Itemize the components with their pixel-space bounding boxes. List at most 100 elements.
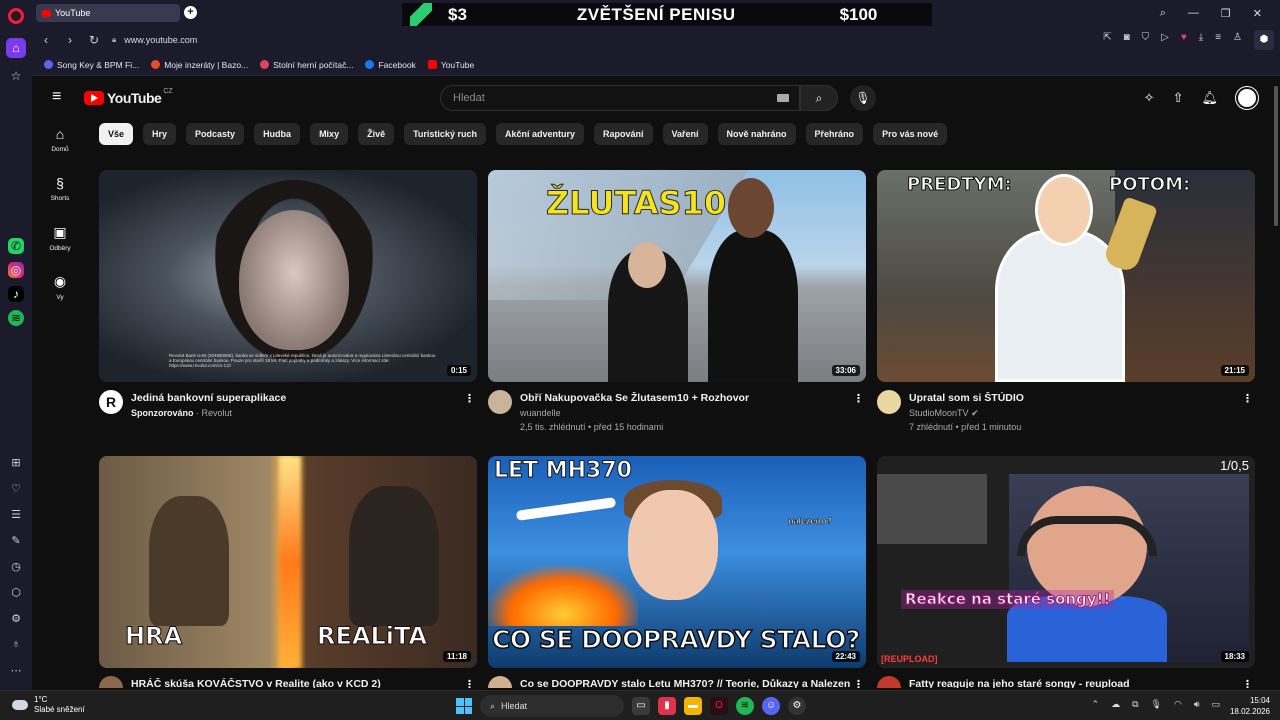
easy-setup-icon[interactable]: ≡ bbox=[1215, 32, 1221, 43]
bookmark-item[interactable]: Stolní herní počítač... bbox=[260, 60, 353, 70]
bookmark-item[interactable]: Facebook bbox=[365, 60, 416, 70]
search-button[interactable]: ⌕ bbox=[800, 85, 838, 111]
more-actions-icon[interactable]: ⋮ bbox=[1242, 392, 1253, 405]
chip[interactable]: Vaření bbox=[662, 123, 708, 145]
settings-icon[interactable]: ⚙ bbox=[6, 608, 26, 628]
windows-start-icon[interactable] bbox=[456, 698, 472, 714]
notifications-icon[interactable]: 🔔︎ bbox=[1201, 90, 1218, 106]
video-thumbnail[interactable]: 1/0,5 Reakce na staré songy!! [REUPLOAD]… bbox=[877, 456, 1255, 668]
instagram-icon[interactable]: ◎ bbox=[8, 262, 24, 278]
guide-item-subscriptions[interactable]: ▣ Odběry bbox=[32, 224, 88, 273]
task-view-icon[interactable]: ▭ bbox=[632, 697, 650, 715]
chip[interactable]: Mixy bbox=[310, 123, 349, 145]
spotify-icon[interactable]: ≋ bbox=[8, 310, 24, 326]
box-icon[interactable]: ⬡ bbox=[6, 582, 26, 602]
history-icon[interactable]: ◷ bbox=[6, 556, 26, 576]
page-scrollbar[interactable] bbox=[1272, 76, 1280, 688]
chip[interactable]: Nově nahráno bbox=[717, 123, 796, 145]
bookmark-item[interactable]: Moje inzeráty | Bazo... bbox=[151, 60, 248, 70]
heart-icon[interactable]: ♡ bbox=[6, 478, 26, 498]
back-icon[interactable]: ‹ bbox=[36, 33, 56, 47]
channel-avatar[interactable] bbox=[877, 676, 901, 688]
volume-icon[interactable]: 🔊︎ bbox=[1194, 699, 1200, 710]
menu-icon[interactable]: ≡ bbox=[52, 89, 66, 105]
discord-icon[interactable]: ☺ bbox=[762, 697, 780, 715]
channel-avatar[interactable] bbox=[488, 676, 512, 688]
chip[interactable]: Přehráno bbox=[805, 123, 864, 145]
reload-icon[interactable]: ↻ bbox=[84, 33, 104, 47]
clock[interactable]: 15:04 18.02.2026 bbox=[1230, 695, 1270, 717]
play-icon[interactable]: ▷ bbox=[1161, 32, 1169, 43]
video-title[interactable]: Fatty reaguje na jeho staré songy - reup… bbox=[909, 678, 1239, 688]
bookmark-item[interactable]: YouTube bbox=[427, 60, 474, 70]
video-title[interactable]: Co se DOOPRAVDY stalo Letu MH370? // Teo… bbox=[520, 678, 850, 688]
channel-avatar[interactable] bbox=[877, 390, 901, 414]
chip[interactable]: Akční adventury bbox=[495, 123, 584, 145]
keyboard-icon[interactable] bbox=[777, 94, 789, 102]
chip[interactable]: Vše bbox=[99, 123, 134, 145]
minimize-icon[interactable]: — bbox=[1188, 7, 1199, 19]
onedrive-icon[interactable]: ☁ bbox=[1111, 699, 1120, 710]
tray-app-icon[interactable]: ⧉ bbox=[1132, 699, 1138, 710]
chip[interactable]: Pro vás nové bbox=[873, 123, 948, 145]
avatar[interactable] bbox=[1236, 87, 1258, 109]
upload-icon[interactable]: ⇧ bbox=[1173, 90, 1184, 106]
edit-icon[interactable]: ✎ bbox=[6, 530, 26, 550]
profile-icon[interactable]: ♙ bbox=[1233, 32, 1242, 43]
video-title[interactable]: Upratal som si ŠTÚDIO bbox=[909, 392, 1239, 404]
channel-avatar[interactable]: R bbox=[99, 390, 123, 414]
video-card[interactable]: ŽLUTAS10 33:06 Obří Nakupovačka Se Žluta… bbox=[488, 170, 866, 450]
extensions-icon[interactable]: ⬢ bbox=[1254, 30, 1274, 50]
channel-avatar[interactable] bbox=[488, 390, 512, 414]
guide-item-shorts[interactable]: § Shorts bbox=[32, 175, 88, 224]
shield-icon[interactable]: ⛉ bbox=[1142, 32, 1150, 43]
search-input[interactable]: Hledat bbox=[440, 85, 800, 111]
video-card[interactable]: Revolut Bank UAB (304580906), banka se s… bbox=[99, 170, 477, 450]
video-thumbnail[interactable]: PREDTYM: POTOM: 21:15 bbox=[877, 170, 1255, 382]
chip[interactable]: Podcasty bbox=[186, 123, 245, 145]
video-thumbnail[interactable]: Revolut Bank UAB (304580906), banka se s… bbox=[99, 170, 477, 382]
app-icon[interactable]: ▮ bbox=[658, 697, 676, 715]
more-icon[interactable]: ⋯ bbox=[6, 660, 26, 680]
more-actions-icon[interactable]: ⋮ bbox=[464, 678, 475, 688]
video-thumbnail[interactable]: HRA REALiTA 11:18 bbox=[99, 456, 477, 668]
apps-grid-icon[interactable]: ⊞ bbox=[6, 452, 26, 472]
tab-youtube[interactable]: YouTube bbox=[36, 4, 180, 22]
battery-icon[interactable]: ▭ bbox=[1211, 699, 1220, 710]
video-channel[interactable]: StudioMoonTV ✔︎ bbox=[909, 408, 979, 419]
bulb-icon[interactable]: ♁ bbox=[6, 634, 26, 654]
taskbar-search[interactable]: ⌕ Hledat bbox=[480, 695, 624, 717]
chip[interactable]: Hry bbox=[143, 123, 177, 145]
video-title[interactable]: Obří Nakupovačka Se Žlutasem10 + Rozhovo… bbox=[520, 392, 850, 404]
tiktok-icon[interactable]: ♪ bbox=[8, 286, 24, 302]
scrollbar-thumb[interactable] bbox=[1274, 86, 1278, 226]
file-explorer-icon[interactable]: ▬ bbox=[684, 697, 702, 715]
video-card[interactable]: LET MH370 nalezeno? CO SE DOOPRAVDY STAL… bbox=[488, 456, 866, 688]
video-channel[interactable]: wuandelle bbox=[520, 408, 561, 418]
heart-fav-icon[interactable]: ♥ bbox=[1181, 32, 1187, 43]
guide-item-home[interactable]: ⌂ Domů bbox=[32, 126, 88, 175]
speed-dial-icon[interactable]: ☆ bbox=[6, 66, 26, 86]
ad-banner[interactable]: $3 ZVĚTŠENÍ PENISU $100 bbox=[402, 3, 932, 27]
close-icon[interactable]: ✕ bbox=[1253, 7, 1262, 20]
chip[interactable]: Hudba bbox=[254, 123, 301, 145]
maximize-icon[interactable]: ❐ bbox=[1221, 7, 1231, 20]
spotify-icon[interactable]: ≋ bbox=[736, 697, 754, 715]
more-actions-icon[interactable]: ⋮ bbox=[464, 392, 475, 405]
voice-search-button[interactable]: 🎙︎ bbox=[850, 85, 876, 111]
camera-icon[interactable]: ◙ bbox=[1124, 32, 1130, 43]
more-actions-icon[interactable]: ⋮ bbox=[853, 678, 864, 688]
video-card[interactable]: HRA REALiTA 11:18 HRÁČ skúša KOVÁČSTVO v… bbox=[99, 456, 477, 688]
cast-icon[interactable]: ✧ bbox=[1144, 90, 1155, 106]
download-icon[interactable]: ⤓ bbox=[1199, 32, 1203, 43]
url-field[interactable]: 🔒︎ www.youtube.com bbox=[112, 30, 1252, 50]
share-icon[interactable]: ⇱ bbox=[1103, 32, 1111, 43]
more-actions-icon[interactable]: ⋮ bbox=[1242, 678, 1253, 688]
tray-expand-icon[interactable]: ⌃ bbox=[1092, 699, 1100, 710]
wifi-icon[interactable]: ◠ bbox=[1174, 699, 1182, 710]
whatsapp-icon[interactable]: ✆ bbox=[8, 238, 24, 254]
mic-icon[interactable]: 🎙︎ bbox=[1151, 699, 1162, 710]
video-card[interactable]: PREDTYM: POTOM: 21:15 Upratal som si ŠTÚ… bbox=[877, 170, 1255, 450]
chip[interactable]: Živě bbox=[358, 123, 395, 145]
chip[interactable]: Rapování bbox=[593, 123, 653, 145]
